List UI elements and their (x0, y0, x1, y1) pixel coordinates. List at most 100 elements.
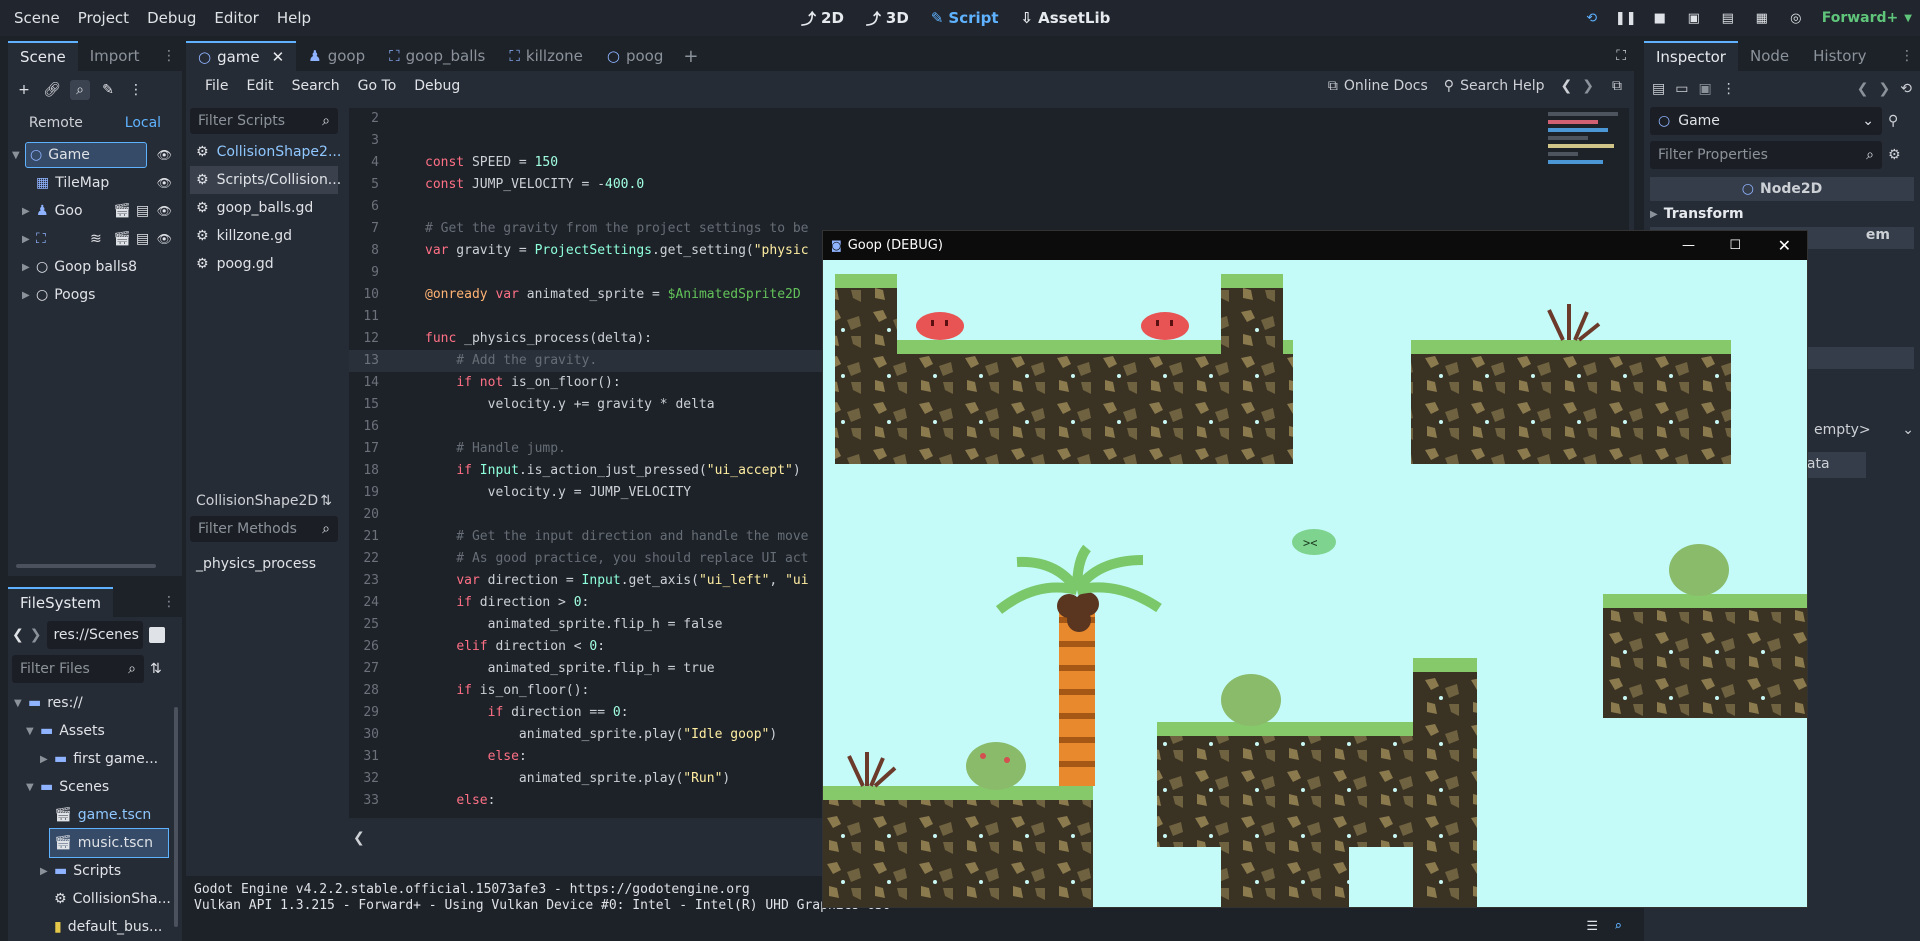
script-menu-search[interactable]: Search (283, 69, 349, 103)
folder-assets[interactable]: ▼ ▬ Assets (8, 717, 182, 745)
toggle-scripts-panel-icon[interactable]: ❮ (353, 830, 365, 846)
float-window-icon[interactable]: ⧉ (1612, 78, 1634, 94)
script-menu-goto[interactable]: Go To (349, 69, 406, 103)
visibility-icon[interactable]: 👁︎ (157, 204, 172, 218)
code-line[interactable]: 5 const JUMP_VELOCITY = -400.0 (349, 174, 1629, 196)
add-node-icon[interactable]: + (14, 80, 34, 100)
code-line[interactable]: 4 const SPEED = 150 (349, 152, 1629, 174)
more-icon[interactable]: ⋮ (1722, 81, 1736, 97)
tab-poog[interactable]: ○ poog (595, 41, 676, 71)
sort-icon[interactable]: ⇅ (320, 493, 338, 509)
movie-maker-icon[interactable]: ◎ (1782, 4, 1810, 32)
menu-scene[interactable]: Scene (5, 1, 69, 35)
tab-goop[interactable]: ♟ goop (296, 41, 377, 71)
tree-node-game[interactable]: ▼ ○ Game 👁︎ (8, 141, 182, 169)
pause-icon[interactable]: ❚❚ (1612, 4, 1640, 32)
folder-first-game[interactable]: ▶ ▬ first game... (8, 745, 182, 773)
property-row[interactable]: empty> ⌄ (1814, 422, 1914, 444)
filter-scripts-input[interactable]: Filter Scripts ⌕ (190, 108, 338, 134)
section-transform[interactable]: ▶ Transform (1650, 203, 1914, 225)
script-item-1[interactable]: ⚙ Scripts/Collision... (190, 166, 341, 194)
tree-node-goo[interactable]: ▶ ♟ Goo 🎬︎ ▤ 👁︎ (8, 197, 182, 225)
code-line[interactable]: 6 (349, 196, 1629, 218)
search-icon[interactable]: ⌕ (1614, 919, 1622, 935)
local-button[interactable]: Local (125, 115, 161, 131)
play-scene-icon[interactable]: ▤ (1714, 4, 1742, 32)
menu-debug[interactable]: Debug (138, 1, 205, 35)
tree-node-poogs[interactable]: ▶ ○ Poogs (8, 281, 182, 309)
tab-inspector[interactable]: Inspector (1644, 41, 1738, 71)
tab-killzone[interactable]: ⛶ killzone (497, 41, 595, 71)
history-icon[interactable]: ⟲ (1900, 81, 1912, 97)
open-folder-icon[interactable]: ▭ (1675, 81, 1688, 97)
attach-script-icon[interactable]: ✎ (98, 80, 118, 100)
dock-menu-icon[interactable]: ⋮ (162, 594, 182, 610)
renderer-select[interactable]: Forward+ (1816, 10, 1899, 26)
forward-icon[interactable]: ❯ (30, 627, 42, 643)
scene-icon[interactable]: 🎬︎ (113, 203, 131, 219)
tab-history[interactable]: History (1801, 41, 1878, 71)
minimize-icon[interactable]: — (1682, 238, 1695, 253)
menu-project[interactable]: Project (69, 1, 138, 35)
save-icon[interactable]: ▣ (1698, 81, 1711, 97)
script-item-2[interactable]: ⚙ goop_balls.gd (190, 194, 338, 222)
filter-files-input[interactable]: Filter Files ⌕ (12, 655, 144, 683)
close-icon[interactable]: ✕ (1778, 236, 1791, 255)
script-menu-debug[interactable]: Debug (405, 69, 469, 103)
tab-filesystem[interactable]: FileSystem (8, 587, 114, 617)
script-menu-edit[interactable]: Edit (237, 69, 282, 103)
filter-options-icon[interactable]: ⚙ (1888, 147, 1901, 163)
search-help-button[interactable]: ⚲ Search Help (1444, 78, 1561, 94)
history-back-icon[interactable]: ❮ (1561, 78, 1583, 94)
online-docs-button[interactable]: ⧉ Online Docs (1328, 78, 1444, 94)
filter-properties-input[interactable]: Filter Properties ⌕ (1650, 141, 1882, 169)
minimap[interactable] (1544, 108, 1628, 238)
back-icon[interactable]: ❮ (1857, 81, 1869, 97)
script-item-0[interactable]: ⚙ CollisionShape2... (190, 138, 341, 166)
menu-help[interactable]: Help (268, 1, 320, 35)
code-line[interactable]: 3 (349, 130, 1629, 152)
workspace-script-button[interactable]: ✎ Script (920, 0, 1010, 36)
file-game-tscn[interactable]: 🎬︎ game.tscn (8, 801, 182, 829)
workspace-assetlib-button[interactable]: ⇩ AssetLib (1010, 0, 1122, 36)
method-item[interactable]: _physics_process (190, 550, 338, 578)
more-icon[interactable]: ⋮ (126, 80, 146, 100)
script-item-4[interactable]: ⚙ poog.gd (190, 250, 338, 278)
remote-debug-icon[interactable]: ▣ (1680, 4, 1708, 32)
history-forward-icon[interactable]: ❯ (1582, 78, 1612, 94)
search-icon[interactable]: ⌕ (70, 80, 90, 100)
node-properties-icon[interactable]: ⚲ (1888, 113, 1898, 129)
script-item-3[interactable]: ⚙ killzone.gd (190, 222, 338, 250)
scene-icon[interactable]: 🎬︎ (113, 231, 131, 247)
fullscreen-icon[interactable]: ⛶ (1616, 48, 1634, 64)
game-debug-window[interactable]: ◙ Goop (DEBUG) — ☐ ✕ >< (822, 230, 1808, 908)
maximize-icon[interactable]: ☐ (1729, 238, 1741, 253)
close-icon[interactable]: ✕ (272, 43, 285, 71)
filter-methods-input[interactable]: Filter Methods ⌕ (190, 516, 338, 542)
tree-node-tilemap[interactable]: ▦ TileMap 👁︎ (8, 169, 182, 197)
signal-icon[interactable]: ≋ (90, 231, 102, 247)
file-music-tscn[interactable]: 🎬︎ music.tscn (49, 828, 169, 858)
path-field[interactable]: res://Scenes (47, 621, 144, 649)
new-resource-icon[interactable]: ▤ (1652, 81, 1665, 97)
visibility-icon[interactable]: 👁︎ (157, 148, 172, 162)
folder-scenes[interactable]: ▼ ▬ Scenes (8, 773, 182, 801)
remote-button[interactable]: Remote (29, 115, 83, 131)
reload-icon[interactable]: ⟲ (1578, 4, 1606, 32)
vertical-scrollbar[interactable] (174, 707, 178, 927)
file-collision-shape[interactable]: ⚙ CollisionSha... (8, 885, 182, 913)
script-menu-file[interactable]: File (196, 69, 237, 103)
vertical-scrollbar[interactable] (1914, 71, 1918, 111)
dock-menu-icon[interactable]: ⋮ (1900, 48, 1920, 64)
tab-node[interactable]: Node (1738, 41, 1801, 71)
stop-icon[interactable]: ■ (1646, 4, 1674, 32)
workspace-2d-button[interactable]: ⤴ 2D (790, 0, 855, 36)
tree-node-goop-balls[interactable]: ▶ ○ Goop balls8 (8, 253, 182, 281)
filter-list-icon[interactable]: ☰ (1586, 919, 1598, 935)
dock-menu-icon[interactable]: ⋮ (162, 48, 182, 64)
horizontal-scrollbar[interactable] (16, 564, 156, 568)
forward-icon[interactable]: ❯ (1879, 81, 1891, 97)
file-res-root[interactable]: ▼ ▬ res:// (8, 689, 182, 717)
workspace-3d-button[interactable]: ⤴ 3D (855, 0, 920, 36)
back-icon[interactable]: ❮ (12, 627, 24, 643)
